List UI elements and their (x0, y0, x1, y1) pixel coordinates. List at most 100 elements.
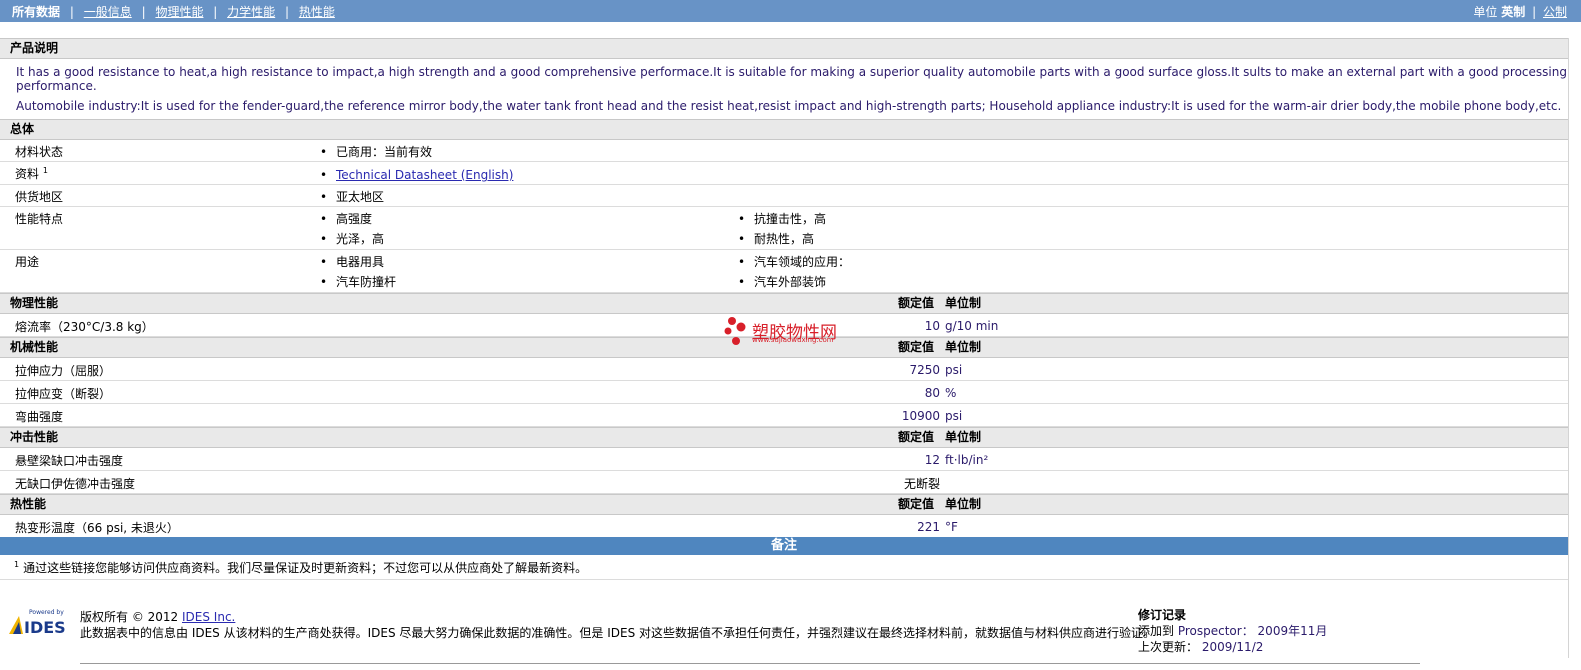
use-item: 电器用具 (336, 255, 385, 269)
footnote-marker: 1 (42, 166, 48, 175)
bullet-icon: • (320, 145, 328, 159)
section-header-description: 产品说明 (0, 38, 1568, 59)
column-header-value: 额定值 (898, 340, 935, 354)
property-row: 无缺口伊佐德冲击强度 无断裂 (0, 471, 1568, 494)
row-label: 性能特点 (15, 212, 64, 226)
footer-divider (80, 663, 1420, 664)
units-label: 单位 (1473, 5, 1498, 19)
row-label: 用途 (15, 255, 40, 269)
column-header-unit: 单位制 (945, 340, 982, 354)
row-label: 资料 1 (15, 166, 48, 181)
property-value: 无断裂 (904, 477, 941, 491)
nav-all-data[interactable]: 所有数据 (12, 5, 60, 19)
ides-link[interactable]: IDES Inc. (182, 610, 235, 624)
revision-updated: 上次更新： 2009/11/2 (1138, 640, 1264, 654)
use-item: 汽车外部装饰 (754, 275, 827, 289)
property-label: 熔流率（230°C/3.8 kg） (15, 320, 154, 334)
row-documents: 资料 1 • Technical Datasheet (English) (0, 162, 1568, 185)
footnote-marker: 1 (14, 560, 20, 569)
bullet-icon: • (320, 190, 328, 204)
section-title: 产品说明 (10, 41, 59, 55)
top-nav-bar: 所有数据 | 一般信息 | 物理性能 | 力学性能 | 热性能 单位 英制 | … (0, 0, 1581, 22)
footer: Powered by IDES 版权所有 © 2012 IDES Inc. 此数… (0, 606, 1568, 664)
property-row: 悬壁梁缺口冲击强度 12 ft·lb/in² (0, 448, 1568, 471)
nav-link-general[interactable]: 一般信息 (84, 5, 132, 19)
property-unit: psi (945, 363, 963, 377)
nav-link-physical[interactable]: 物理性能 (155, 5, 203, 19)
section-title: 机械性能 (10, 340, 59, 354)
description-paragraph: Automobile industry:It is used for the f… (16, 99, 1562, 113)
watermark-url: www.sujiaowuxing.com (752, 336, 834, 344)
datasheet-link[interactable]: Technical Datasheet (English) (336, 168, 513, 182)
row-material-status: 材料状态 • 已商用：当前有效 (0, 140, 1568, 162)
property-unit: % (945, 386, 957, 400)
nav-link-thermal[interactable]: 热性能 (299, 5, 335, 19)
property-value: 12 (924, 453, 940, 467)
column-header-unit: 单位制 (945, 430, 982, 444)
property-value: 221 (917, 520, 940, 534)
row-features: 性能特点 • 高强度 • 光泽，高 • 抗撞击性，高 • 耐热性，高 (0, 207, 1568, 250)
description-paragraph: It has a good resistance to heat,a high … (16, 65, 1567, 93)
nav-separator: | (141, 5, 146, 19)
copyright: 版权所有 © 2012 IDES Inc. (80, 610, 236, 624)
revision-added: 添加到 Prospector： 2009年11月 (1138, 624, 1328, 638)
note-text: 1 通过这些链接您能够访问供应商资料。我们尽量保证及时更新资料；不过您可以从供应商… (14, 560, 588, 575)
row-uses: 用途 • 电器用具 • 汽车防撞杆 • 汽车领域的应用： • 汽车外部装饰 (0, 250, 1568, 293)
units-metric-link[interactable]: 公制 (1543, 5, 1567, 19)
bullet-icon: • (320, 255, 328, 269)
row-value: 已商用：当前有效 (336, 145, 433, 159)
svg-text:IDES: IDES (24, 618, 66, 636)
revision-history: 修订记录 添加到 Prospector： 2009年11月 上次更新： 2009… (1138, 606, 1327, 654)
revision-title: 修订记录 (1138, 608, 1187, 622)
property-unit: ft·lb/in² (945, 453, 989, 467)
note-row: 1 通过这些链接您能够访问供应商资料。我们尽量保证及时更新资料；不过您可以从供应商… (0, 555, 1568, 580)
property-value: 10900 (901, 409, 940, 423)
notes-header: 备注 (0, 537, 1568, 555)
property-label: 弯曲强度 (15, 410, 64, 424)
property-unit: psi (945, 409, 963, 423)
notes-title: 备注 (770, 538, 797, 553)
column-header-value: 额定值 (898, 430, 935, 444)
watermark-logo-icon (724, 317, 746, 345)
property-row: 热变形温度（66 psi, 未退火） 221 °F (0, 515, 1568, 537)
ides-logo-icon: Powered by IDES (9, 609, 66, 637)
property-label: 悬壁梁缺口冲击强度 (15, 454, 124, 468)
column-header-value: 额定值 (898, 296, 935, 310)
section-header-thermal: 热性能 额定值 单位制 (0, 494, 1568, 515)
property-value: 10 (924, 319, 940, 333)
feature-item: 光泽，高 (336, 232, 385, 246)
property-label: 拉伸应变（断裂） (15, 387, 112, 401)
nav-separator: | (69, 5, 74, 19)
svg-text:Powered by: Powered by (29, 609, 64, 616)
row-supply-region: 供货地区 • 亚太地区 (0, 185, 1568, 207)
property-unit: g/10 min (945, 319, 999, 333)
datasheet: 产品说明 It has a good resistance to heat,a … (0, 38, 1569, 658)
bullet-icon: • (738, 275, 746, 289)
units-imperial[interactable]: 英制 (1501, 5, 1525, 19)
bullet-icon: • (738, 212, 746, 226)
property-row: 拉伸应力（屈服） 7250 psi (0, 358, 1568, 381)
unit-switcher: 单位 英制 | 公制 (1473, 3, 1567, 20)
bullet-icon: • (320, 275, 328, 289)
use-item: 汽车防撞杆 (336, 275, 397, 289)
ides-logo: Powered by IDES (7, 608, 69, 637)
section-title: 物理性能 (10, 296, 59, 310)
nav-separator: | (285, 5, 290, 19)
section-header-impact: 冲击性能 额定值 单位制 (0, 427, 1568, 448)
bullet-icon: • (738, 232, 746, 246)
property-value: 7250 (909, 363, 940, 377)
row-label: 材料状态 (15, 145, 64, 159)
product-description: It has a good resistance to heat,a high … (0, 59, 1568, 119)
nav-link-mechanical[interactable]: 力学性能 (227, 5, 275, 19)
feature-item: 抗撞击性，高 (754, 212, 827, 226)
column-header-value: 额定值 (898, 497, 935, 511)
disclaimer: 此数据表中的信息由 IDES 从该材料的生产商处获得。IDES 尽最大努力确保此… (80, 626, 1156, 640)
bullet-icon: • (320, 232, 328, 246)
units-separator: | (1532, 5, 1537, 19)
row-label: 供货地区 (15, 190, 64, 204)
row-value: 亚太地区 (336, 190, 385, 204)
watermark: 塑胶物性网 www.sujiaowuxing.com (724, 316, 837, 349)
use-item: 汽车领域的应用： (754, 255, 851, 269)
feature-item: 耐热性，高 (754, 232, 815, 246)
property-unit: °F (945, 520, 958, 534)
